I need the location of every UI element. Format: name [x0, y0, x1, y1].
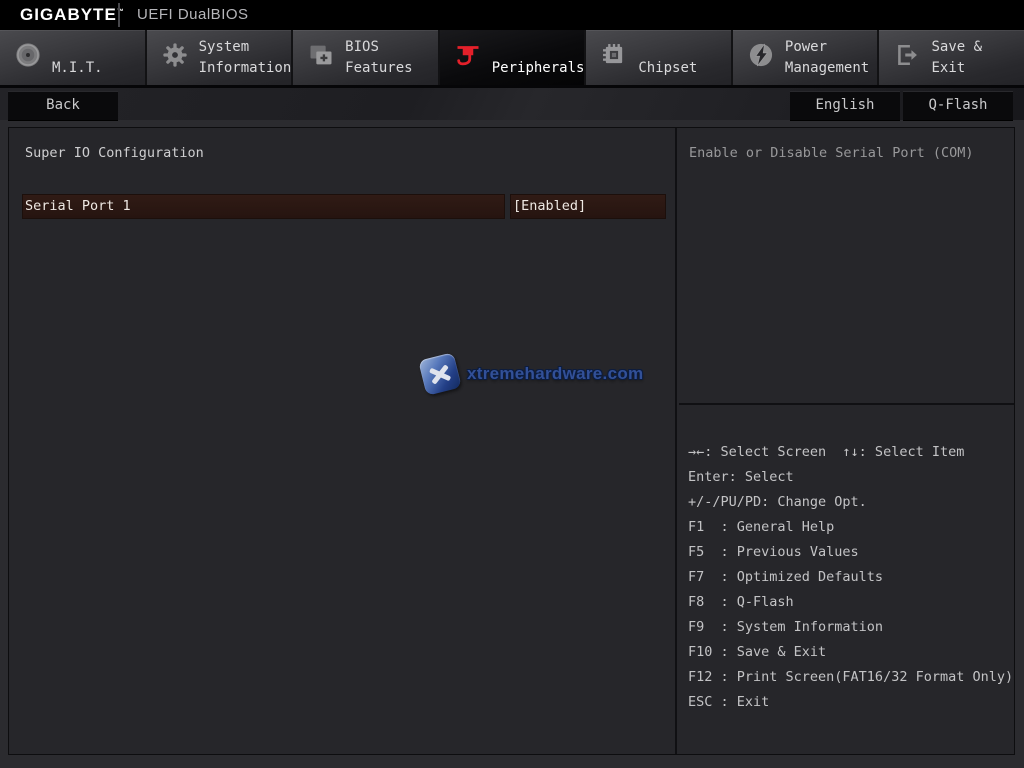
gigabyte-logo: GIGABYTE™ — [20, 5, 125, 24]
settings-panel: Super IO Configuration Serial Port 1 [En… — [9, 128, 677, 754]
key-legend: →←: Select Screen ↑↓: Select Item Enter:… — [688, 440, 1014, 715]
language-button[interactable]: English — [790, 91, 900, 120]
watermark-x-icon — [418, 352, 462, 396]
legend-line: F9 : System Information — [688, 619, 884, 635]
section-title: Super IO Configuration — [25, 145, 204, 161]
legend-line: →←: Select Screen ↑↓: Select Item — [688, 444, 965, 460]
qflash-button[interactable]: Q-Flash — [903, 91, 1013, 120]
power-bolt-icon — [747, 41, 775, 69]
back-button[interactable]: Back — [8, 91, 118, 120]
tab-label: System Information — [198, 39, 292, 76]
chipset-chip-icon — [600, 41, 628, 69]
uefi-title: UEFI DualBIOS — [137, 6, 249, 23]
legend-line: F10 : Save & Exit — [688, 644, 827, 660]
legend-line: ESC : Exit — [688, 694, 770, 710]
legend-line: F5 : Previous Values — [688, 544, 859, 560]
setting-serial-port-1-label[interactable]: Serial Port 1 — [22, 194, 505, 219]
legend-line: F8 : Q-Flash — [688, 594, 794, 610]
system-info-gear-icon — [161, 41, 189, 69]
legend-line: F12 : Print Screen(FAT16/32 Format Only) — [688, 669, 1014, 685]
watermark-text: xtremehardware.com — [467, 364, 644, 383]
tab-label: Peripherals — [491, 59, 585, 76]
help-panel: Enable or Disable Serial Port (COM) →←: … — [679, 128, 1014, 754]
bios-screen: GIGABYTE™ UEFI DualBIOS M.I.T. System In… — [0, 0, 1024, 768]
tab-chipset[interactable]: Chipset — [586, 30, 733, 85]
legend-line: Enter: Select — [688, 469, 794, 485]
tab-system-information[interactable]: System Information — [146, 30, 294, 85]
title-bar: GIGABYTE™ UEFI DualBIOS — [0, 0, 1024, 30]
tab-label: Chipset — [638, 59, 698, 76]
tab-label: Power Management — [784, 39, 870, 76]
main-menu-tabbar: M.I.T. System Information BIOS Features … — [0, 30, 1024, 85]
tab-power-management[interactable]: Power Management — [732, 30, 880, 85]
secondary-toolbar: Back English Q-Flash — [0, 85, 1024, 120]
bios-features-icon — [307, 41, 335, 69]
legend-line: F1 : General Help — [688, 519, 835, 535]
save-exit-icon — [893, 41, 921, 69]
tab-label: Save & Exit — [931, 39, 983, 76]
watermark: xtremehardware.com — [418, 352, 644, 396]
main-panel: Super IO Configuration Serial Port 1 [En… — [8, 127, 1015, 755]
help-description: Enable or Disable Serial Port (COM) — [689, 145, 974, 161]
tab-save-exit[interactable]: Save & Exit — [879, 30, 1024, 85]
tab-mit[interactable]: M.I.T. — [0, 30, 147, 85]
tab-label: BIOS Features — [345, 39, 413, 76]
mit-dial-icon — [14, 41, 42, 69]
titlebar-divider — [118, 3, 120, 27]
legend-line: F7 : Optimized Defaults — [688, 569, 884, 585]
setting-serial-port-1-value[interactable]: [Enabled] — [510, 194, 666, 219]
help-panel-divider — [679, 403, 1014, 405]
tab-bios-features[interactable]: BIOS Features — [293, 30, 440, 85]
legend-line: +/-/PU/PD: Change Opt. — [688, 494, 867, 510]
tab-peripherals[interactable]: Peripherals — [439, 30, 587, 85]
tab-label: M.I.T. — [52, 59, 103, 76]
peripherals-plug-icon — [454, 41, 482, 69]
